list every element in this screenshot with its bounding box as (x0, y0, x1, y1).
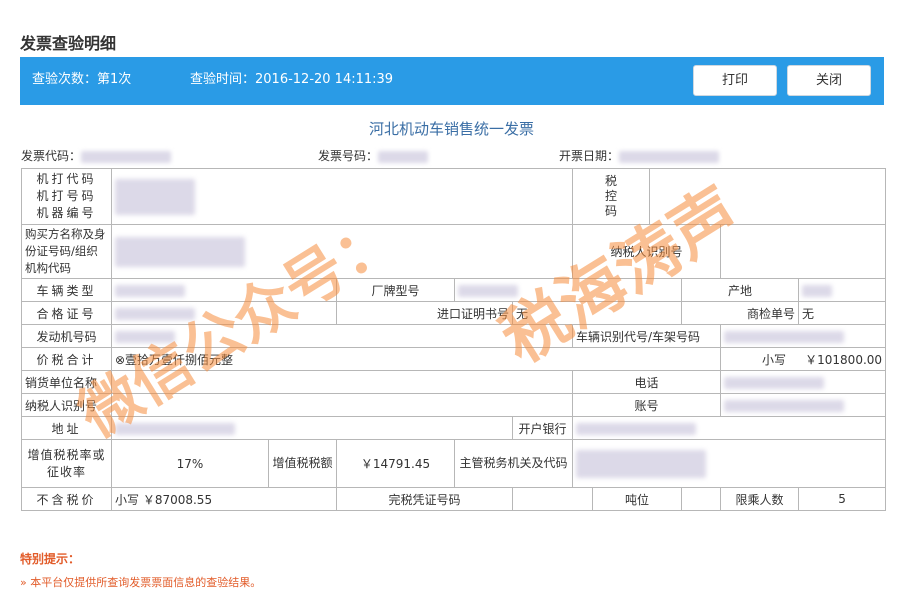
vat-amount-value: ￥14791.45 (336, 439, 455, 488)
tax-cert-value (512, 487, 593, 511)
cert-no-label: 合格证号 (21, 301, 112, 325)
redacted-value (724, 399, 844, 412)
seller-value (111, 370, 573, 394)
check-count: 查验次数：第1次 (32, 72, 132, 87)
vin-value (719, 324, 887, 348)
tonnage-value (681, 487, 721, 511)
import-cert-value: 无 (512, 301, 682, 325)
tax-control-value (648, 168, 887, 225)
tip-item: » 本平台仅提供所查询发票票面信息的查验结果。 (20, 576, 262, 589)
redacted-value (619, 150, 720, 163)
tax-authority-value (571, 439, 887, 488)
brand-model-value (454, 278, 682, 302)
buyer-tax-id-label: 纳税人识别号 (572, 224, 721, 279)
invoice-number: 发票号码： (318, 147, 429, 164)
invoice-date: 开票日期： (559, 147, 720, 164)
bank-label: 开户银行 (512, 416, 573, 440)
redacted-value (115, 284, 185, 297)
invoice-number-label: 发票号码： (318, 149, 379, 163)
origin-value (797, 278, 887, 302)
buyer-value (111, 224, 573, 279)
tax-control-text: 税控码 (604, 174, 617, 218)
inspection-value: 无 (797, 301, 887, 325)
account-label: 账号 (572, 393, 721, 417)
import-cert-label: 进口证明书号 (336, 301, 513, 325)
redacted-value (81, 150, 172, 163)
total-caps: ⊗壹拾万壹仟捌佰元整 (111, 347, 721, 371)
invoice-code: 发票代码： (21, 147, 172, 164)
seller-tax-id-value (111, 393, 573, 417)
total-label: 价税合计 (21, 347, 112, 371)
invoice-table: 机打代码 机打号码 机器编号 税控码 购买方名称及身份证号码/组织机构代码 纳税… (21, 168, 887, 511)
invoice-code-label: 发票代码： (21, 149, 82, 163)
account-value (719, 393, 887, 417)
seller-label: 销货单位名称 (21, 370, 112, 394)
vehicle-type-label: 车辆类型 (21, 278, 112, 302)
vat-amount-label: 增值税税额 (268, 439, 337, 488)
tax-control-label: 税控码 (572, 168, 650, 225)
origin-label: 产地 (681, 278, 799, 302)
phone-value (719, 370, 887, 394)
inspection-label: 商检单号 (681, 301, 799, 325)
machine-code-labels: 机打代码 机打号码 机器编号 (21, 168, 112, 225)
redacted-value (724, 330, 844, 343)
price-ex-tax-label: 不含税价 (21, 487, 112, 511)
check-time: 查验时间：2016-12-20 14:11:39 (190, 72, 394, 87)
redacted-value (458, 284, 518, 297)
machine-code-label: 机打代码 (36, 172, 97, 186)
invoice-title: 河北机动车销售统一发票 (368, 120, 534, 138)
tax-authority-label: 主管税务机关及代码 (454, 439, 573, 488)
print-button[interactable]: 打印 (693, 65, 777, 96)
redacted-value (115, 422, 235, 435)
engine-no-label: 发动机号码 (21, 324, 112, 348)
seats-value: 5 (797, 487, 887, 511)
phone-label: 电话 (572, 370, 721, 394)
redacted-value (378, 150, 429, 163)
redacted-value (576, 449, 706, 478)
machine-number-label: 机打号码 (36, 189, 97, 203)
vat-rate-label: 增值税税率或征收率 (21, 439, 112, 488)
redacted-value (802, 284, 832, 297)
redacted-value (115, 330, 175, 343)
redacted-value (115, 307, 195, 320)
page-title: 发票查验明细 (20, 34, 117, 53)
buyer-tax-id-value (719, 224, 887, 279)
price-ex-tax-value: 小写 ￥87008.55 (111, 487, 337, 511)
vin-label: 车辆识别代号/车架号码 (572, 324, 721, 348)
engine-no-value (111, 324, 573, 348)
machine-serial-label: 机器编号 (36, 206, 97, 220)
vat-rate-value: 17% (111, 439, 269, 488)
buyer-label: 购买方名称及身份证号码/组织机构代码 (21, 224, 112, 279)
cert-no-value (111, 301, 337, 325)
redacted-value (115, 236, 245, 267)
seats-label: 限乘人数 (720, 487, 799, 511)
brand-model-label: 厂牌型号 (336, 278, 455, 302)
redacted-value (576, 422, 696, 435)
address-value (111, 416, 513, 440)
total-small-value: ￥101800.00 (805, 352, 883, 367)
machine-code-values (111, 168, 573, 225)
redacted-value (115, 178, 195, 215)
tips-title: 特别提示： (20, 552, 81, 566)
tonnage-label: 吨位 (592, 487, 682, 511)
bank-value (571, 416, 887, 440)
total-small: 小写 ￥101800.00 (719, 347, 887, 371)
redacted-value (724, 376, 824, 389)
tax-cert-label: 完税凭证号码 (336, 487, 513, 511)
check-info-bar: 查验次数：第1次 查验时间：2016-12-20 14:11:39 打印 关闭 (20, 57, 884, 105)
seller-tax-id-label: 纳税人识别号 (21, 393, 112, 417)
invoice-date-label: 开票日期： (559, 149, 620, 163)
total-small-label: 小写 (762, 352, 787, 367)
vehicle-type-value (111, 278, 337, 302)
close-button[interactable]: 关闭 (787, 65, 871, 96)
address-label: 地址 (21, 416, 112, 440)
